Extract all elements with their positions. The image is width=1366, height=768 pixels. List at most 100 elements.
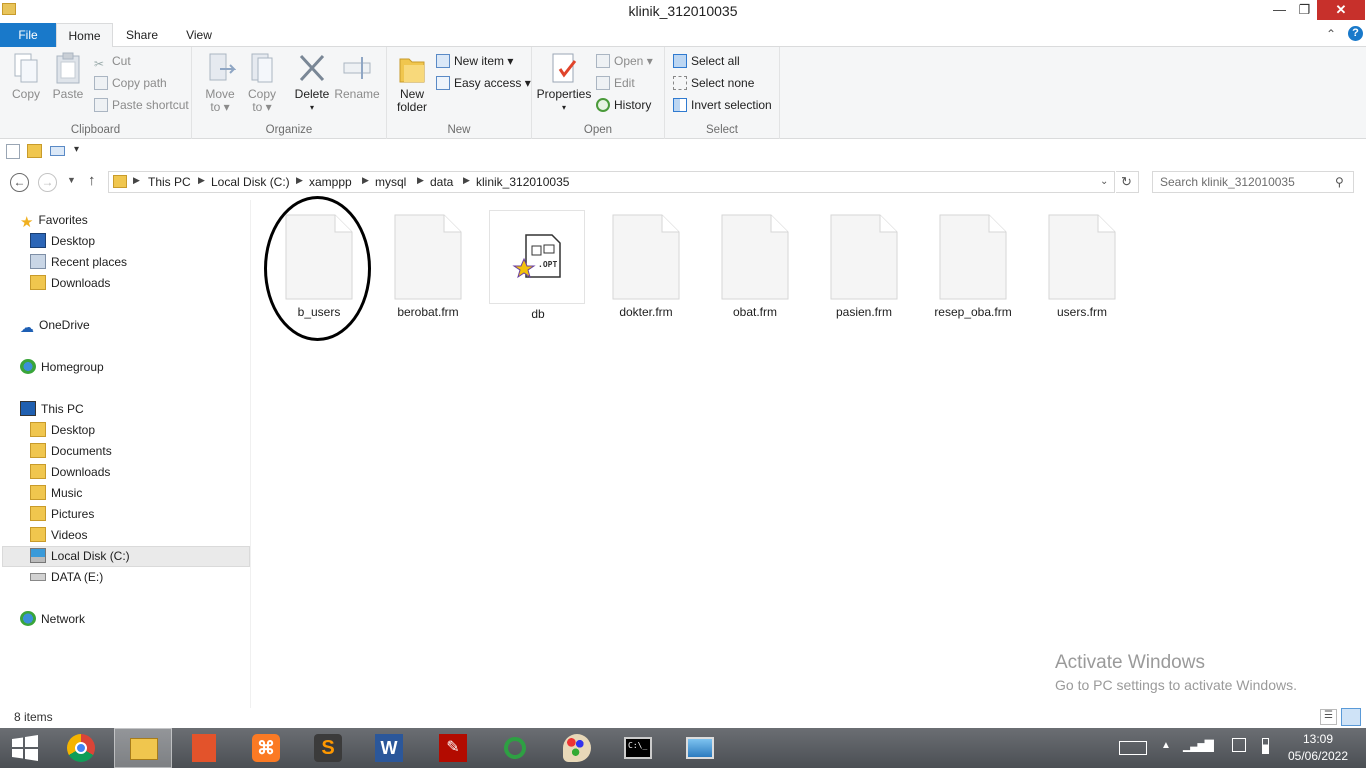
- taskbar-sublime-text[interactable]: S: [299, 728, 357, 768]
- nav-this-pc[interactable]: This PC: [20, 399, 84, 420]
- file-obat[interactable]: obat.frm: [707, 210, 803, 325]
- breadcrumb-data[interactable]: data: [430, 175, 453, 189]
- nav-local-disk-c[interactable]: Local Disk (C:): [30, 546, 130, 567]
- search-input[interactable]: Search klinik_312010035 ⚲: [1152, 171, 1354, 193]
- breadcrumb-xamppp[interactable]: xamppp: [309, 175, 352, 189]
- nav-music[interactable]: Music: [30, 483, 82, 504]
- recent-places-icon: [30, 254, 46, 269]
- nav-this-pc-downloads[interactable]: Downloads: [30, 462, 110, 483]
- easy-access-icon: [436, 76, 450, 90]
- blank-file-icon: [939, 214, 1007, 300]
- breadcrumb-separator-icon[interactable]: ▶: [463, 175, 470, 186]
- taskbar-acrobat[interactable]: ✎: [424, 728, 482, 768]
- rename-button[interactable]: Rename: [334, 51, 380, 101]
- paste-button[interactable]: Paste: [48, 51, 88, 101]
- breadcrumb-this-pc[interactable]: This PC: [148, 175, 191, 189]
- taskbar-app-circle[interactable]: [486, 728, 544, 768]
- copy-path-button[interactable]: Copy path: [94, 74, 167, 92]
- breadcrumb-separator-icon[interactable]: ▶: [296, 175, 303, 186]
- customize-qat-icon[interactable]: ▾: [74, 144, 79, 155]
- breadcrumb-separator-icon[interactable]: ▶: [362, 175, 369, 186]
- taskbar-xampp[interactable]: ⌘: [237, 728, 295, 768]
- forward-arrow-icon[interactable]: →: [38, 173, 57, 192]
- breadcrumb-current-folder[interactable]: klinik_312010035: [476, 175, 569, 189]
- file-resep-oba[interactable]: resep_oba.frm: [925, 210, 1021, 325]
- nav-documents[interactable]: Documents: [30, 441, 112, 462]
- file-dokter[interactable]: dokter.frm: [598, 210, 694, 325]
- maximize-button[interactable]: ❐: [1291, 0, 1318, 20]
- edit-button[interactable]: Edit: [596, 74, 635, 92]
- select-all-button[interactable]: Select all: [673, 52, 740, 70]
- select-none-button[interactable]: Select none: [673, 74, 754, 92]
- large-icons-view-icon[interactable]: [1341, 708, 1361, 726]
- properties-button[interactable]: Properties ▾: [536, 51, 592, 114]
- touch-keyboard-icon[interactable]: [1119, 741, 1147, 755]
- breadcrumb-local-disk[interactable]: Local Disk (C:): [211, 175, 290, 189]
- invert-selection-button[interactable]: Invert selection: [673, 96, 772, 114]
- details-view-icon[interactable]: ☰: [1320, 709, 1337, 725]
- volume-icon[interactable]: 🔈︎: [1207, 737, 1215, 754]
- copy-button[interactable]: Copy: [6, 51, 46, 101]
- cut-button[interactable]: ✂ Cut: [94, 52, 131, 71]
- nav-data-e[interactable]: DATA (E:): [30, 567, 103, 588]
- history-button[interactable]: History: [596, 96, 651, 114]
- new-folder-qat-icon[interactable]: [27, 144, 42, 158]
- open-button[interactable]: Open ▾: [596, 52, 653, 70]
- clock[interactable]: 13:09 05/06/2022: [1280, 732, 1356, 763]
- back-arrow-icon[interactable]: ←: [10, 173, 29, 192]
- taskbar-photos[interactable]: [671, 728, 729, 768]
- breadcrumb-mysql[interactable]: mysql: [375, 175, 406, 189]
- move-to-button[interactable]: Move to ▾: [200, 51, 240, 114]
- breadcrumb-separator-icon[interactable]: ▶: [133, 175, 140, 186]
- nav-homegroup[interactable]: Homegroup: [20, 357, 104, 378]
- file-pasien[interactable]: pasien.frm: [816, 210, 912, 325]
- refresh-button[interactable]: ↻: [1116, 171, 1139, 193]
- up-arrow-icon[interactable]: ↑: [88, 172, 96, 189]
- taskbar-office[interactable]: [175, 728, 233, 768]
- tab-view[interactable]: View: [171, 23, 227, 47]
- breadcrumb-separator-icon[interactable]: ▶: [198, 175, 205, 186]
- recent-locations-chevron-icon[interactable]: ▼: [67, 175, 76, 185]
- help-icon[interactable]: ?: [1348, 26, 1363, 41]
- nav-this-pc-desktop[interactable]: Desktop: [30, 420, 95, 441]
- paste-shortcut-button[interactable]: Paste shortcut: [94, 96, 189, 114]
- delete-button[interactable]: Delete ▾: [292, 51, 332, 114]
- nav-onedrive[interactable]: ☁ OneDrive: [20, 315, 90, 336]
- file-berobat[interactable]: berobat.frm: [380, 210, 476, 325]
- tab-share[interactable]: Share: [113, 23, 171, 47]
- nav-favorites-downloads[interactable]: Downloads: [30, 273, 110, 294]
- battery-icon[interactable]: [1262, 738, 1269, 754]
- nav-pictures[interactable]: Pictures: [30, 504, 94, 525]
- start-button[interactable]: [0, 728, 50, 768]
- nav-network[interactable]: Network: [20, 609, 85, 630]
- taskbar-word[interactable]: W: [360, 728, 418, 768]
- delete-x-icon: [296, 51, 328, 85]
- nav-favorites[interactable]: ★ Favorites: [20, 210, 88, 231]
- easy-access-button[interactable]: Easy access ▾: [436, 74, 531, 92]
- close-button[interactable]: ✕: [1317, 0, 1365, 20]
- nav-favorites-desktop[interactable]: Desktop: [30, 231, 95, 252]
- tab-file[interactable]: File: [0, 23, 56, 47]
- taskbar-chrome[interactable]: [52, 728, 110, 768]
- new-folder-button[interactable]: New folder: [391, 51, 433, 114]
- new-item-button[interactable]: New item ▾: [436, 52, 513, 70]
- properties-qat-icon[interactable]: [6, 144, 20, 159]
- tab-home[interactable]: Home: [56, 23, 113, 48]
- minimize-button[interactable]: —: [1266, 0, 1293, 20]
- rename-qat-icon[interactable]: [50, 146, 65, 156]
- computer-icon: [20, 401, 36, 416]
- taskbar-command-prompt[interactable]: C:\_: [609, 728, 667, 768]
- taskbar-paint[interactable]: [548, 728, 606, 768]
- nav-recent-places[interactable]: Recent places: [30, 252, 127, 273]
- address-dropdown-chevron-icon[interactable]: ⌄: [1100, 176, 1108, 187]
- action-center-flag-icon[interactable]: [1232, 738, 1246, 752]
- taskbar-file-explorer[interactable]: [114, 728, 172, 768]
- show-hidden-icons-icon[interactable]: ▲: [1161, 740, 1171, 751]
- address-bar[interactable]: ▶ This PC ▶ Local Disk (C:) ▶ xamppp ▶ m…: [108, 171, 1115, 193]
- breadcrumb-separator-icon[interactable]: ▶: [417, 175, 424, 186]
- collapse-ribbon-icon[interactable]: ⌃: [1326, 27, 1336, 41]
- file-db[interactable]: .OPT db: [489, 210, 585, 321]
- nav-videos[interactable]: Videos: [30, 525, 87, 546]
- copy-to-button[interactable]: Copy to ▾: [242, 51, 282, 114]
- file-users[interactable]: users.frm: [1034, 210, 1130, 325]
